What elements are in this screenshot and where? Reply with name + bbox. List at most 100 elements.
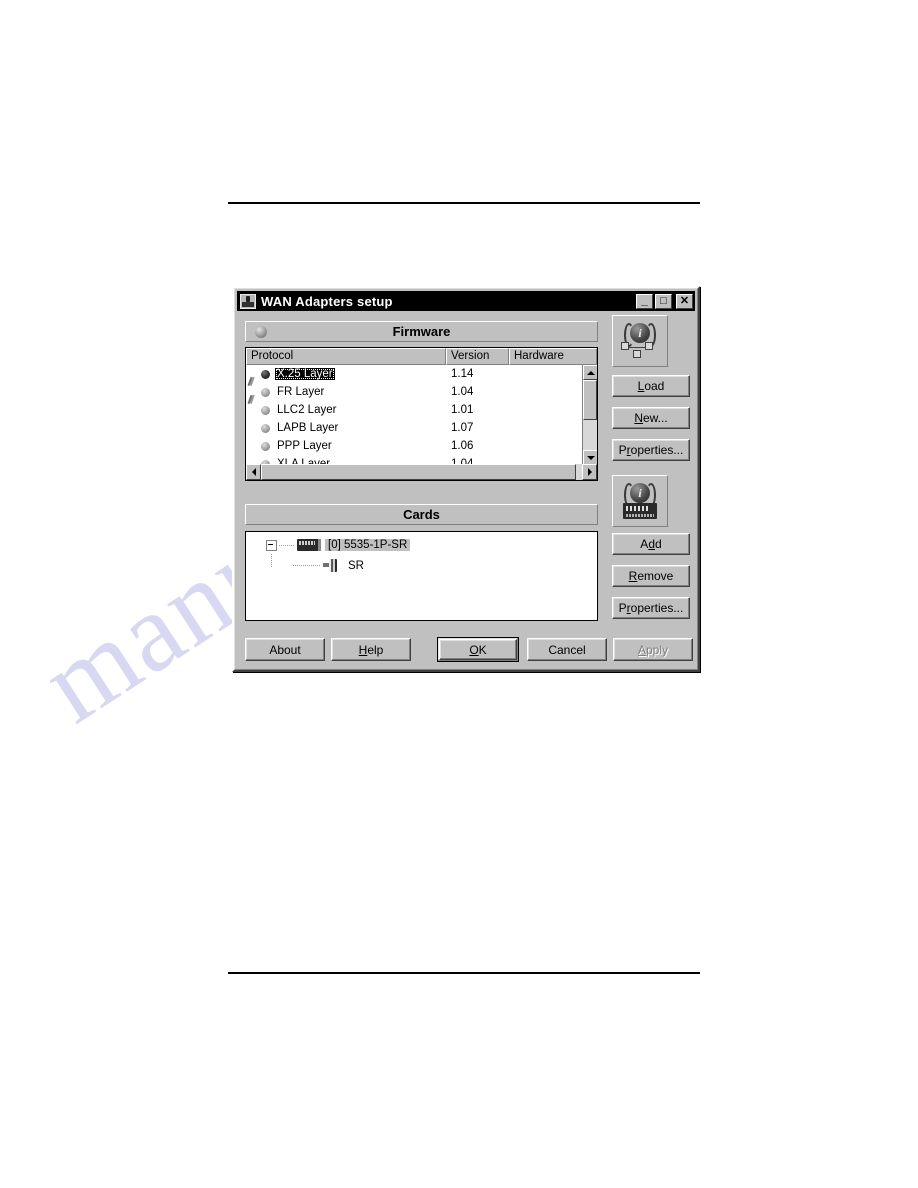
tree-node-port[interactable]: SR (293, 559, 367, 572)
adapter-board-icon (623, 503, 657, 519)
column-header-protocol[interactable]: Protocol (246, 348, 446, 365)
remove-button[interactable]: Remove (612, 565, 690, 587)
scroll-right-button[interactable] (582, 464, 597, 480)
status-sphere-icon (259, 369, 272, 379)
cards-properties-button[interactable]: Properties... (612, 597, 690, 619)
firmware-row[interactable]: PPP Layer 1.06 (246, 437, 582, 455)
status-sphere-icon (259, 423, 272, 433)
chevron-down-icon (586, 455, 595, 460)
vertical-scroll-thumb[interactable] (583, 380, 597, 420)
firmware-list[interactable]: Protocol Version Hardware X.25 Layer 1.14… (245, 347, 598, 481)
help-button-label: Help (359, 643, 384, 657)
firmware-vertical-scrollbar[interactable] (582, 365, 597, 480)
scroll-down-button[interactable] (583, 450, 597, 465)
firmware-version-cell: 1.04 (451, 386, 474, 398)
apply-rest: pply (646, 642, 669, 657)
firmware-group-label: Firmware (392, 324, 451, 339)
horizontal-scroll-thumb[interactable] (261, 464, 576, 480)
firmware-version-cell: 1.01 (451, 404, 474, 416)
new-accel: N (634, 411, 643, 425)
cancel-button[interactable]: Cancel (527, 638, 607, 661)
tree-collapse-toggle[interactable] (266, 539, 277, 551)
firmware-row[interactable]: X.25 Layer 1.14 (246, 365, 582, 383)
status-sphere-icon (259, 387, 272, 397)
firmware-row[interactable]: FR Layer 1.04 (246, 383, 582, 401)
cards-group-label: Cards (403, 507, 440, 522)
firmware-row[interactable]: LAPB Layer 1.07 (246, 419, 582, 437)
column-header-hardware[interactable]: Hardware (509, 348, 597, 365)
network-nodes-icon (619, 340, 661, 360)
firmware-protocol-cell: X.25 Layer (275, 368, 335, 380)
about-button[interactable]: About (245, 638, 325, 661)
tree-node-card[interactable]: [0] 5535-1P-SR (266, 539, 411, 551)
tree-vertical-line (271, 554, 272, 568)
firmware-list-header: Protocol Version Hardware (246, 348, 597, 365)
load-rest: oad (644, 379, 665, 393)
help-button[interactable]: Help (331, 638, 411, 661)
window-titlebar[interactable]: WAN Adapters setup _ □ ✕ (237, 291, 695, 311)
maximize-button[interactable]: □ (655, 293, 672, 309)
remove-accel: R (628, 569, 638, 583)
new-button[interactable]: New... (612, 407, 690, 429)
chevron-right-icon (587, 468, 592, 476)
new-rest: ew... (642, 411, 668, 425)
horizontal-scroll-track[interactable] (261, 464, 582, 480)
firmware-network-icon-panel: i (612, 315, 668, 367)
add-button[interactable]: Add (612, 533, 690, 555)
cards-adapter-icon: i (613, 476, 667, 526)
tree-connector (279, 544, 295, 546)
add-rest: d (655, 537, 662, 551)
adapter-card-icon (297, 539, 321, 551)
window-controls: _ □ ✕ (636, 292, 693, 309)
vertical-scroll-track[interactable] (583, 380, 597, 450)
apply-button[interactable]: Apply (613, 638, 693, 661)
firmware-horizontal-scrollbar[interactable] (246, 464, 597, 480)
firmware-protocol-cell: LLC2 Layer (277, 404, 337, 416)
load-button-label: Load (638, 379, 665, 393)
ok-rest: K (478, 642, 487, 657)
cancel-button-label: Cancel (548, 642, 586, 657)
chevron-up-icon (586, 370, 595, 375)
load-button[interactable]: Load (612, 375, 690, 397)
firmware-protocol-cell: LAPB Layer (277, 422, 339, 434)
ok-button[interactable]: OK (437, 637, 519, 662)
scroll-up-button[interactable] (583, 365, 597, 380)
info-sphere-icon-cards: i (624, 483, 656, 507)
firmware-version-cell: 1.06 (451, 440, 474, 452)
page-rule-bottom (228, 972, 700, 974)
firmware-row[interactable]: LLC2 Layer 1.01 (246, 401, 582, 419)
column-header-version[interactable]: Version (446, 348, 509, 365)
add-accel: d (648, 537, 655, 551)
firmware-properties-button[interactable]: Properties... (612, 439, 690, 461)
status-sphere-icon (259, 405, 272, 415)
apply-button-label: Apply (638, 643, 668, 657)
status-sphere-icon (259, 441, 272, 451)
firmware-network-icon: i (613, 316, 667, 366)
apply-accel: A (637, 642, 646, 657)
props-pre: P (618, 443, 627, 457)
minimize-button[interactable]: _ (636, 292, 653, 309)
firmware-protocol-cell: PPP Layer (277, 440, 332, 452)
help-rest: elp (367, 642, 384, 657)
firmware-version-cell: 1.07 (451, 422, 474, 434)
wan-adapter-icon (240, 293, 256, 309)
close-button[interactable]: ✕ (676, 293, 693, 309)
cprops-rest: operties... (630, 601, 684, 615)
remove-rest: emove (637, 569, 674, 583)
close-icon: ✕ (679, 294, 690, 307)
cards-tree[interactable]: [0] 5535-1P-SR SR (245, 531, 598, 621)
tree-node-port-label: SR (348, 559, 364, 572)
port-icon (323, 559, 339, 572)
cprops-pre: P (618, 601, 627, 615)
firmware-version-cell: 1.14 (451, 368, 474, 380)
firmware-protocol-cell: FR Layer (277, 386, 325, 398)
firmware-group-header: Firmware (245, 321, 598, 342)
new-button-label: New... (634, 411, 667, 425)
sphere-icon (255, 326, 267, 338)
ok-button-label: OK (469, 643, 486, 657)
remove-button-label: Remove (629, 569, 674, 583)
minimize-icon: _ (641, 292, 648, 307)
wan-adapters-setup-dialog: WAN Adapters setup _ □ ✕ Firmware Protoc… (232, 286, 700, 672)
scroll-left-button[interactable] (246, 464, 261, 480)
maximize-icon: □ (660, 294, 667, 307)
